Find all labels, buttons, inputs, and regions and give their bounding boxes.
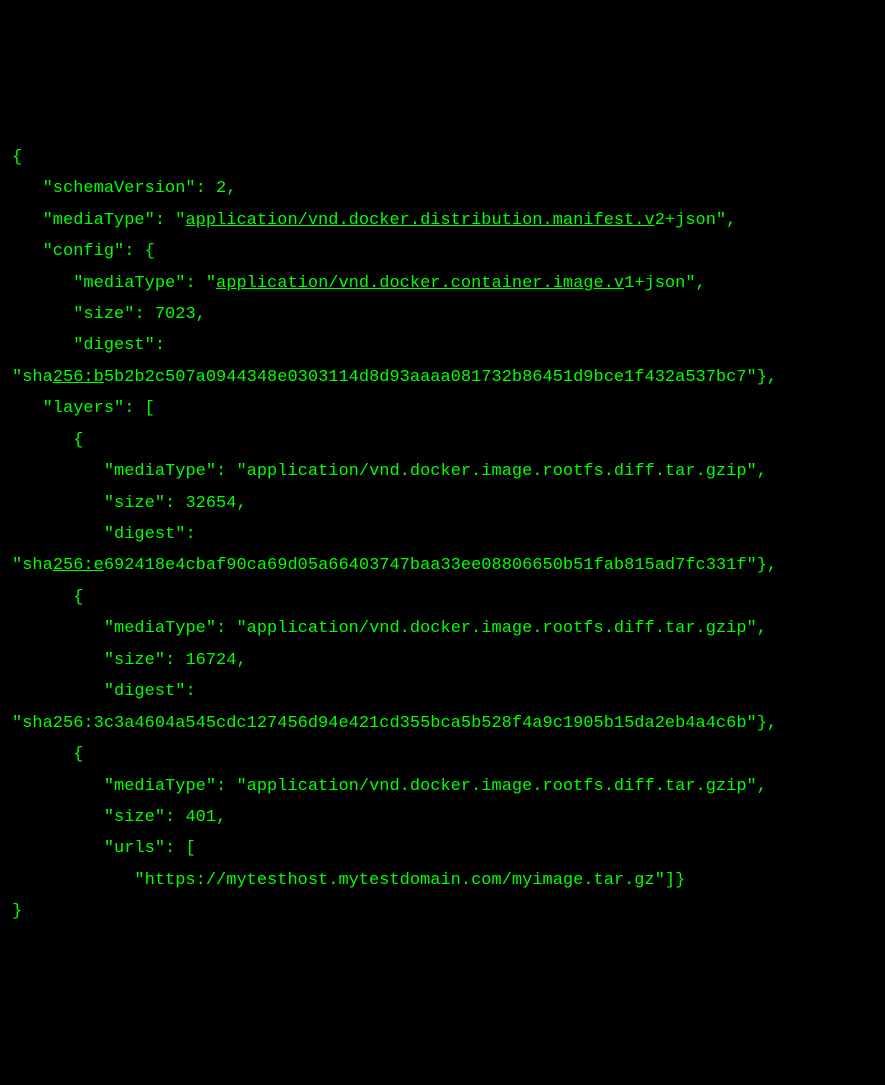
code-line: "digest": [12,676,873,707]
code-line: { [12,582,873,613]
code-line: "mediaType": "application/vnd.docker.con… [12,268,873,299]
code-line: "mediaType": "application/vnd.docker.ima… [12,771,873,802]
code-line: { [12,739,873,770]
code-line: { [12,425,873,456]
code-line: "mediaType": "application/vnd.docker.ima… [12,613,873,644]
code-line: "size": 32654, [12,488,873,519]
code-line: "mediaType": "application/vnd.docker.dis… [12,205,873,236]
code-line: "digest": [12,330,873,361]
digest-link: 256:e [53,556,104,575]
code-line: "sha256:3c3a4604a545cdc127456d94e421cd35… [12,708,873,739]
code-line: "https://mytesthost.mytestdomain.com/myi… [12,865,873,896]
code-line: "urls": [ [12,833,873,864]
code-line: "size": 7023, [12,299,873,330]
code-line: "sha256:b5b2b2c507a0944348e0303114d8d93a… [12,362,873,393]
json-code-block: { "schemaVersion": 2, "mediaType": "appl… [12,142,873,928]
code-line: "digest": [12,519,873,550]
digest-link: 256:b [53,368,104,387]
code-line: "config": { [12,236,873,267]
code-line: "sha256:e692418e4cbaf90ca69d05a66403747b… [12,550,873,581]
code-line: } [12,896,873,927]
code-line: { [12,142,873,173]
code-line: "mediaType": "application/vnd.docker.ima… [12,456,873,487]
media-type-link: application/vnd.docker.container.image.v [216,274,624,293]
media-type-link: application/vnd.docker.distribution.mani… [185,211,654,230]
code-line: "schemaVersion": 2, [12,173,873,204]
code-line: "size": 401, [12,802,873,833]
code-line: "size": 16724, [12,645,873,676]
code-line: "layers": [ [12,393,873,424]
